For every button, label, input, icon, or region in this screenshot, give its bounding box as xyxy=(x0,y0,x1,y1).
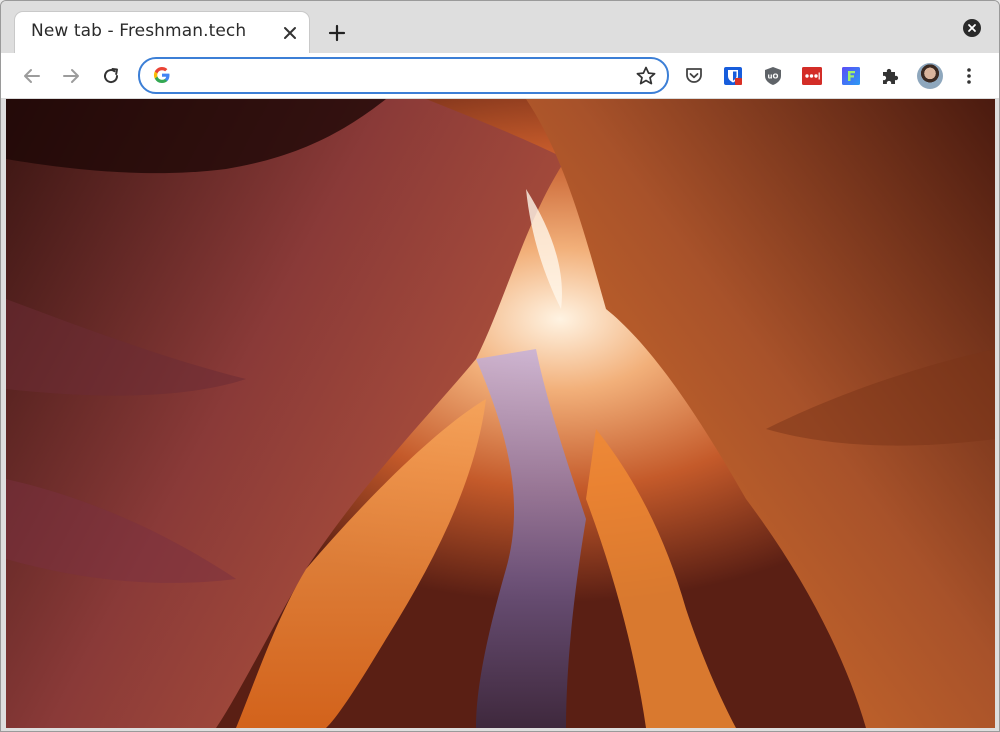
svg-text:uO: uO xyxy=(768,73,779,81)
f-extension-icon[interactable] xyxy=(841,66,861,86)
lastpass-icon[interactable] xyxy=(802,66,822,86)
back-arrow-icon[interactable] xyxy=(17,61,47,91)
pocket-icon[interactable] xyxy=(684,66,704,86)
google-g-icon xyxy=(153,66,170,84)
bitwarden-icon[interactable] xyxy=(723,66,743,86)
address-input[interactable] xyxy=(178,65,622,87)
new-tab-background-image xyxy=(6,99,995,728)
new-tab-plus-icon[interactable] xyxy=(323,19,351,47)
forward-arrow-icon[interactable] xyxy=(56,61,86,91)
omnibox[interactable] xyxy=(138,57,669,94)
profile-avatar[interactable] xyxy=(917,63,943,89)
kebab-menu-icon[interactable] xyxy=(959,66,979,86)
tab-close-icon[interactable] xyxy=(279,22,301,44)
window-close-icon[interactable] xyxy=(963,19,981,37)
tab-new-tab[interactable]: New tab - Freshman.tech xyxy=(15,12,309,53)
puzzle-extensions-icon[interactable] xyxy=(880,66,900,86)
reload-icon[interactable] xyxy=(96,61,126,91)
tab-strip: New tab - Freshman.tech xyxy=(1,1,999,53)
tab-title: New tab - Freshman.tech xyxy=(31,21,247,41)
toolbar: uO xyxy=(1,53,999,99)
ublock-origin-icon[interactable]: uO xyxy=(763,66,783,86)
canyon-photo xyxy=(6,99,995,728)
bookmark-star-icon[interactable] xyxy=(635,65,657,87)
browser-window: New tab - Freshman.tech uO xyxy=(0,0,1000,732)
